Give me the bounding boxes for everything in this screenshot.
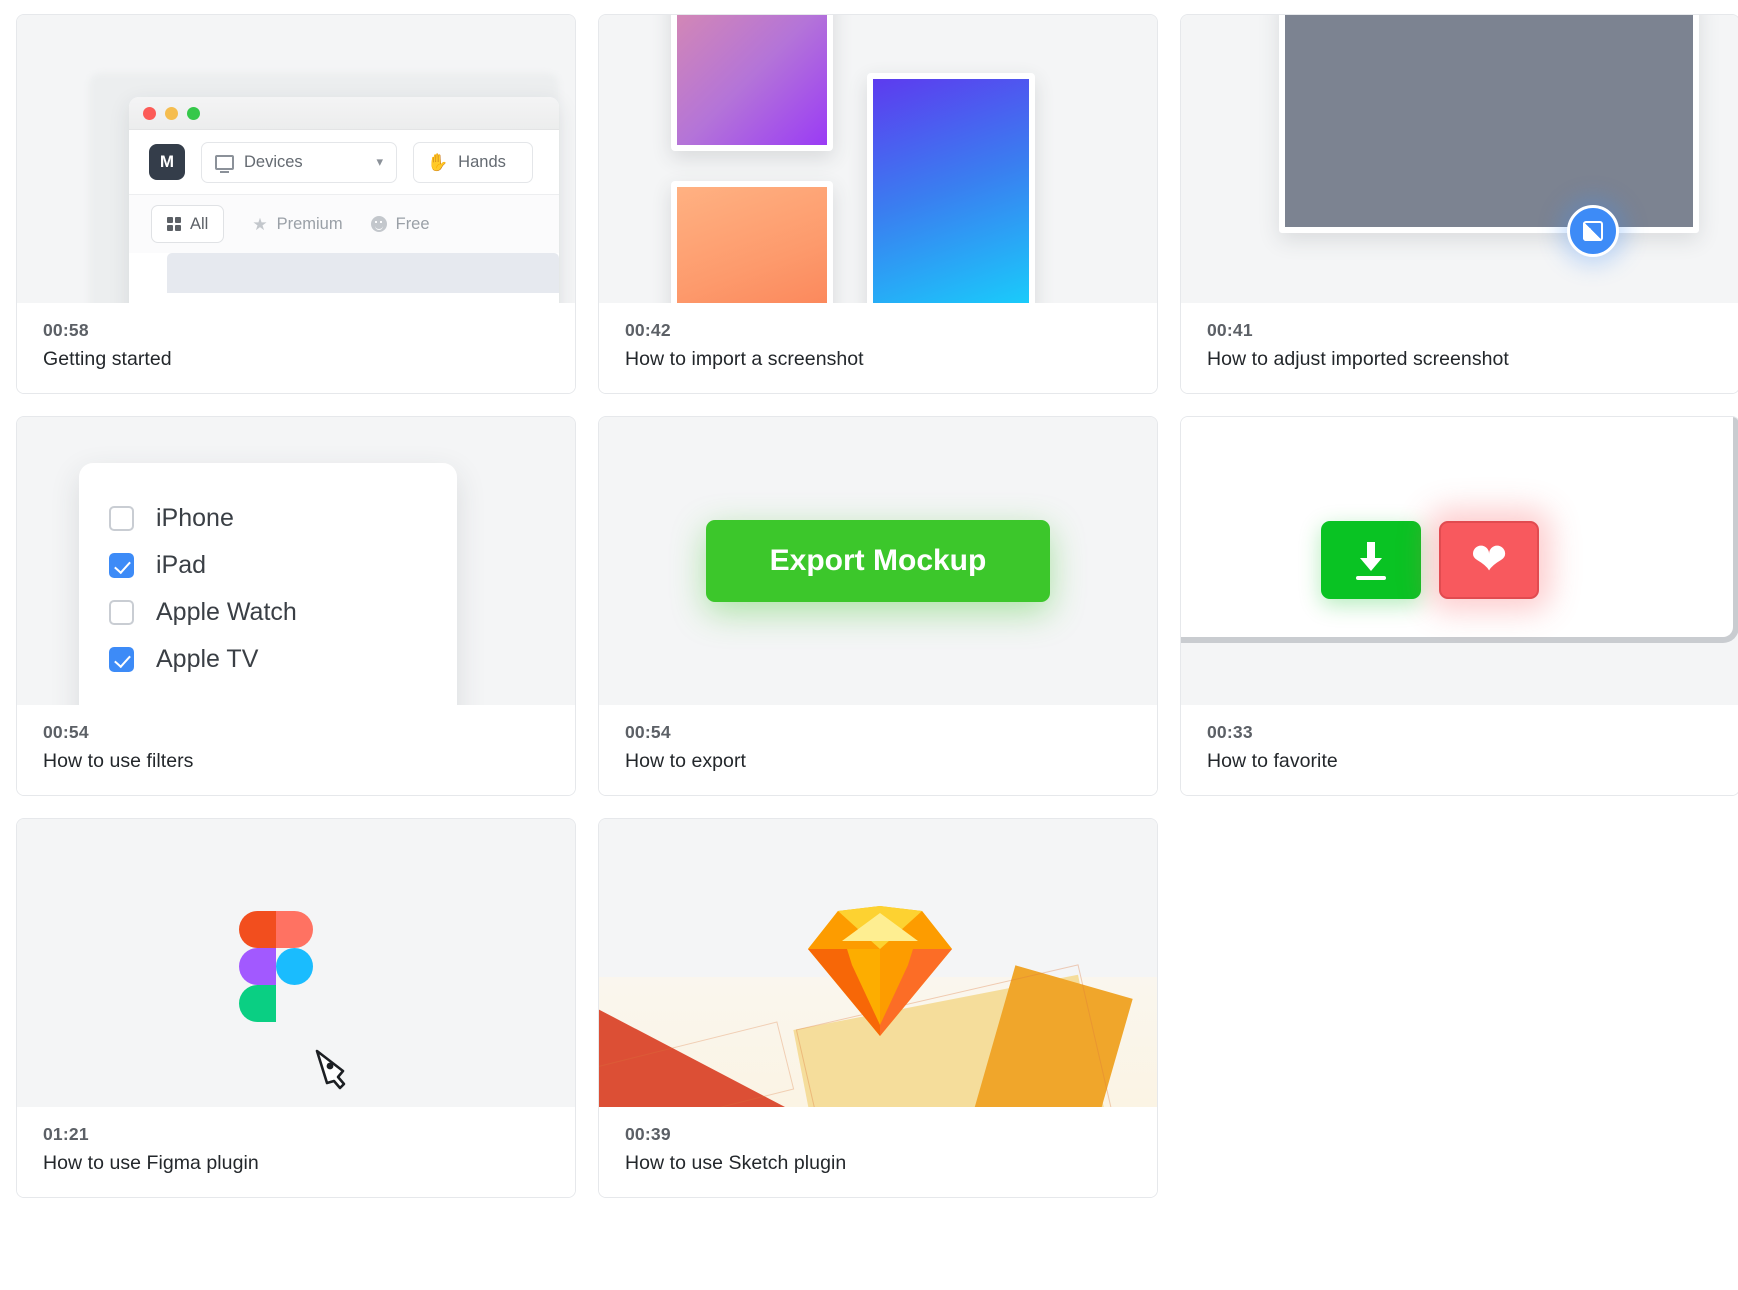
tutorial-card-use-filters[interactable]: iPhone iPad Apple Watch Apple TV 00:54 H… xyxy=(16,416,576,796)
tutorial-card-grid: M Devices ▾ ✋ Hands All ★ Premium Free 0… xyxy=(0,0,1738,1212)
checkbox-icon[interactable] xyxy=(109,506,134,531)
card-title: How to favorite xyxy=(1207,750,1338,772)
tab-free-label: Free xyxy=(395,214,430,233)
minimize-yellow-dot-icon[interactable] xyxy=(165,106,178,120)
window-titlebar xyxy=(129,97,559,130)
sketch-diamond-icon xyxy=(808,906,952,1036)
card-title: How to export xyxy=(625,750,746,772)
thumbnail-favorite-buttons: ❤ xyxy=(1181,417,1738,705)
heart-icon: ❤ xyxy=(1470,535,1508,584)
checkbox-checked-icon[interactable] xyxy=(109,553,134,578)
tutorial-card-favorite[interactable]: ❤ 00:33 How to favorite xyxy=(1180,416,1738,796)
tab-all[interactable]: All xyxy=(151,205,225,243)
card-title: How to import a screenshot xyxy=(625,348,864,370)
imported-screenshot-preview xyxy=(1279,15,1699,233)
card-caption: 00:58 Getting started xyxy=(17,303,575,393)
window-content-placeholder xyxy=(167,253,559,293)
card-duration: 00:54 xyxy=(43,722,89,742)
card-caption: 00:42 How to import a screenshot xyxy=(599,303,1157,393)
download-icon xyxy=(1354,540,1388,580)
filter-option-label: iPhone xyxy=(156,504,234,532)
card-duration: 00:42 xyxy=(625,320,671,340)
card-caption: 00:39 How to use Sketch plugin xyxy=(599,1107,1157,1197)
hands-tool-label: Hands xyxy=(458,152,506,171)
card-caption: 00:54 How to export xyxy=(599,705,1157,795)
app-window: M Devices ▾ ✋ Hands All ★ Premium Free xyxy=(129,97,559,303)
thumbnail-export-button: Export Mockup xyxy=(599,417,1157,705)
card-duration: 01:21 xyxy=(43,1124,89,1144)
filter-option-label: Apple TV xyxy=(156,645,259,673)
favorite-button[interactable]: ❤ xyxy=(1439,521,1539,599)
app-logo: M xyxy=(149,144,185,180)
hand-icon: ✋ xyxy=(427,152,449,172)
tutorial-card-figma-plugin[interactable]: 01:21 How to use Figma plugin xyxy=(16,818,576,1198)
card-duration: 00:39 xyxy=(625,1124,671,1144)
filter-option-label: Apple Watch xyxy=(156,598,297,626)
download-button[interactable] xyxy=(1321,521,1421,599)
chevron-down-icon: ▾ xyxy=(376,154,383,169)
star-icon: ★ xyxy=(252,214,268,234)
action-buttons-row: ❤ xyxy=(1321,521,1539,599)
tab-premium-label: Premium xyxy=(276,214,343,233)
pen-tool-cursor-icon xyxy=(315,1049,346,1090)
adjust-contrast-icon xyxy=(1583,221,1603,241)
card-title: How to adjust imported screenshot xyxy=(1207,348,1509,370)
thumbnail-app-window: M Devices ▾ ✋ Hands All ★ Premium Free xyxy=(17,15,575,303)
card-caption: 00:41 How to adjust imported screenshot xyxy=(1181,303,1738,393)
thumbnail-sketch-logo xyxy=(599,819,1157,1107)
zoom-green-dot-icon[interactable] xyxy=(187,106,200,120)
card-title: Getting started xyxy=(43,348,172,370)
tutorial-card-import-screenshot[interactable]: 00:42 How to import a screenshot xyxy=(598,14,1158,394)
hands-tool-button[interactable]: ✋ Hands xyxy=(413,141,533,183)
card-duration: 00:54 xyxy=(625,722,671,742)
card-caption: 01:21 How to use Figma plugin xyxy=(17,1107,575,1197)
filter-option-apple-tv[interactable]: Apple TV xyxy=(109,636,457,683)
card-duration: 00:58 xyxy=(43,320,89,340)
smiley-icon xyxy=(370,216,387,232)
devices-dropdown-label: Devices xyxy=(244,152,303,171)
filter-panel: iPhone iPad Apple Watch Apple TV xyxy=(79,463,457,705)
blue-gradient-tile xyxy=(867,73,1035,303)
sketch-artwork xyxy=(599,819,1157,1107)
figma-logo-icon xyxy=(239,911,313,1033)
thumbnail-figma-logo xyxy=(17,819,575,1107)
tab-premium[interactable]: ★ Premium xyxy=(252,215,342,234)
tutorial-card-getting-started[interactable]: M Devices ▾ ✋ Hands All ★ Premium Free 0… xyxy=(16,14,576,394)
thumbnail-adjust-screenshot xyxy=(1181,15,1738,303)
checkbox-icon[interactable] xyxy=(109,600,134,625)
devices-dropdown[interactable]: Devices ▾ xyxy=(201,141,397,183)
orange-gradient-tile xyxy=(671,181,833,303)
filter-option-iphone[interactable]: iPhone xyxy=(109,495,457,542)
card-title: How to use Sketch plugin xyxy=(625,1152,847,1174)
export-button-wrap: Export Mockup xyxy=(599,417,1157,705)
tab-free[interactable]: Free xyxy=(370,214,430,234)
card-caption: 00:54 How to use filters xyxy=(17,705,575,795)
purple-gradient-tile xyxy=(671,15,833,151)
thumbnail-gradient-tiles xyxy=(599,15,1157,303)
monitor-icon xyxy=(215,154,234,173)
card-duration: 00:41 xyxy=(1207,320,1253,340)
grid-icon xyxy=(167,217,181,231)
export-mockup-button[interactable]: Export Mockup xyxy=(706,520,1050,602)
filter-option-label: iPad xyxy=(156,551,207,579)
tutorial-card-export[interactable]: Export Mockup 00:54 How to export xyxy=(598,416,1158,796)
filter-option-ipad[interactable]: iPad xyxy=(109,542,457,589)
card-title: How to use Figma plugin xyxy=(43,1152,259,1174)
close-red-dot-icon[interactable] xyxy=(143,106,156,120)
adjust-button[interactable] xyxy=(1567,205,1619,257)
window-filter-tabs: All ★ Premium Free xyxy=(129,195,559,253)
checkbox-checked-icon[interactable] xyxy=(109,647,134,672)
tutorial-card-adjust-screenshot[interactable]: 00:41 How to adjust imported screenshot xyxy=(1180,14,1738,394)
filter-option-apple-watch[interactable]: Apple Watch xyxy=(109,589,457,636)
window-toolbar: M Devices ▾ ✋ Hands xyxy=(129,130,559,195)
thumbnail-filter-panel: iPhone iPad Apple Watch Apple TV xyxy=(17,417,575,705)
tutorial-card-sketch-plugin[interactable]: 00:39 How to use Sketch plugin xyxy=(598,818,1158,1198)
card-caption: 00:33 How to favorite xyxy=(1181,705,1738,795)
tab-all-label: All xyxy=(190,214,209,233)
card-title: How to use filters xyxy=(43,750,194,772)
card-duration: 00:33 xyxy=(1207,722,1253,742)
